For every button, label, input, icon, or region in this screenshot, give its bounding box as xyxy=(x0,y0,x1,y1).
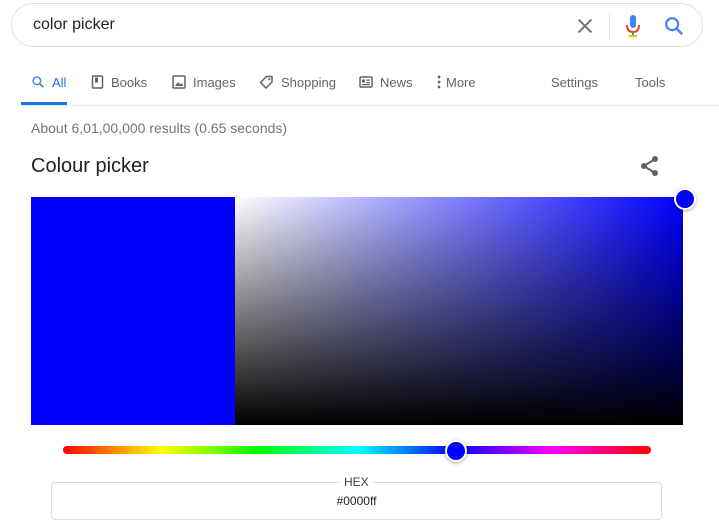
color-preview-swatch xyxy=(31,197,235,425)
hue-slider-handle[interactable] xyxy=(445,440,467,462)
tab-label: Settings xyxy=(551,74,598,90)
tab-books[interactable]: Books xyxy=(91,60,147,104)
tab-news[interactable]: News xyxy=(359,60,413,104)
tab-label: Shopping xyxy=(281,74,336,90)
search-icon xyxy=(32,76,44,88)
tab-label: More xyxy=(446,74,476,90)
close-icon[interactable] xyxy=(574,15,596,37)
hex-input[interactable] xyxy=(51,494,662,508)
search-input[interactable]: color picker xyxy=(33,16,115,34)
kebab-icon xyxy=(437,75,441,89)
search-icon[interactable] xyxy=(663,15,685,37)
widget-title: Colour picker xyxy=(31,155,149,177)
tab-label: Tools xyxy=(635,74,666,90)
tag-icon xyxy=(259,75,273,89)
value-gradient xyxy=(235,197,683,425)
tabs-divider xyxy=(21,105,719,106)
tab-label: Images xyxy=(193,74,236,90)
tab-label: All xyxy=(52,74,67,90)
image-icon xyxy=(172,75,186,89)
tab-more[interactable]: More xyxy=(437,60,476,104)
tab-all[interactable]: All xyxy=(31,60,66,104)
tab-tools[interactable]: Tools xyxy=(635,60,665,104)
tab-settings[interactable]: Settings xyxy=(551,60,598,104)
tab-shopping[interactable]: Shopping xyxy=(259,60,336,104)
tab-label: News xyxy=(380,74,413,90)
microphone-icon[interactable] xyxy=(624,14,642,38)
search-bar[interactable]: color picker xyxy=(11,3,703,47)
result-stats: About 6,01,00,000 results (0.65 seconds) xyxy=(31,120,288,136)
tab-label: Books xyxy=(111,74,148,90)
hue-slider[interactable] xyxy=(63,446,651,454)
saturation-value-handle[interactable] xyxy=(674,188,696,210)
book-icon xyxy=(91,75,104,89)
share-icon[interactable] xyxy=(638,154,662,178)
search-tabs: All Books Images Shopping News More Sett… xyxy=(0,60,719,106)
hex-label: HEX xyxy=(340,475,373,489)
search-bar-divider xyxy=(609,12,610,40)
tab-images[interactable]: Images xyxy=(172,60,236,104)
newspaper-icon xyxy=(359,76,373,88)
saturation-value-panel[interactable] xyxy=(235,197,683,425)
